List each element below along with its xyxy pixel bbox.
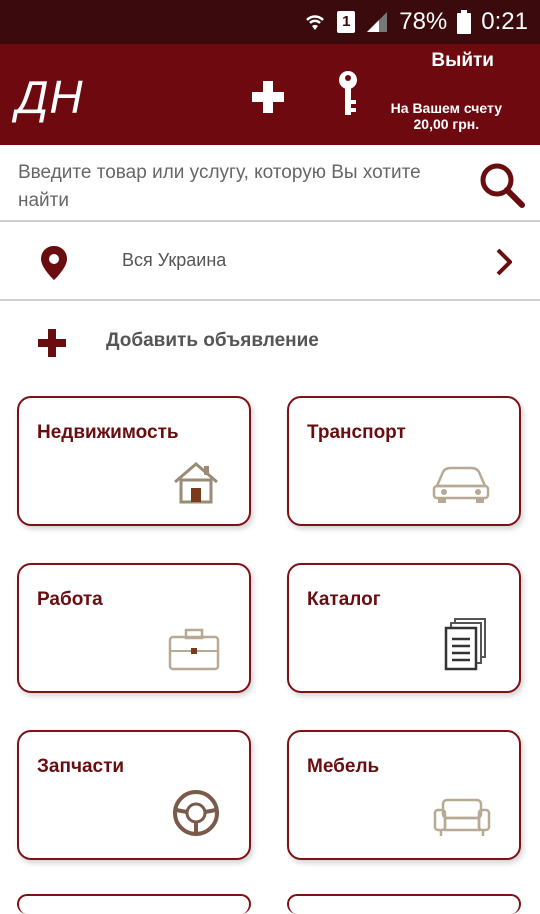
chevron-right-icon[interactable] (496, 248, 512, 276)
category-title: Мебель (307, 756, 380, 777)
documents-icon (444, 618, 486, 671)
clock: 0:21 (481, 8, 528, 35)
location-pin-icon (41, 246, 67, 280)
category-card-partial[interactable] (17, 894, 251, 914)
status-icons: 1 78% 0:21 (303, 0, 528, 44)
category-title: Запчасти (37, 756, 125, 777)
app-bar: ДН Выйти На Вашем счету 20,00 грн. (0, 44, 540, 145)
category-title: Недвижимость (37, 422, 179, 443)
house-icon (174, 462, 218, 504)
briefcase-icon (168, 628, 220, 671)
search-bar[interactable]: Введите товар или услугу, которую Вы хот… (0, 145, 540, 222)
balance-label: На Вашем счету (390, 100, 502, 116)
category-card-transport[interactable]: Транспорт (287, 396, 521, 526)
account-balance: На Вашем счету 20,00 грн. (391, 100, 502, 132)
category-card-parts[interactable]: Запчасти (17, 730, 251, 860)
category-title: Каталог (307, 589, 381, 610)
category-card-jobs[interactable]: Работа (17, 563, 251, 693)
add-plus-button[interactable] (248, 77, 288, 117)
category-card-partial[interactable] (287, 894, 521, 914)
car-icon (432, 466, 490, 503)
status-bar: 1 78% 0:21 (0, 0, 540, 44)
category-card-real-estate[interactable]: Недвижимость (17, 396, 251, 526)
battery-percent: 78% (399, 8, 448, 35)
search-icon[interactable] (478, 161, 526, 209)
category-card-furniture[interactable]: Мебель (287, 730, 521, 860)
add-ad-label: Добавить объявление (106, 330, 319, 351)
balance-amount: 20,00 грн. (413, 116, 480, 132)
category-card-catalog[interactable]: Каталог (287, 563, 521, 693)
sofa-icon (433, 798, 491, 836)
search-input[interactable]: Введите товар или услугу, которую Вы хот… (18, 159, 438, 215)
steering-wheel-icon (173, 790, 219, 836)
category-title: Работа (37, 589, 103, 610)
key-icon[interactable] (333, 70, 363, 118)
region-selector[interactable]: Вся Украина (0, 222, 540, 301)
sim-icon: 1 (337, 11, 356, 33)
logout-button[interactable]: Выйти (431, 50, 494, 72)
category-title: Транспорт (307, 422, 406, 443)
add-ad-row[interactable]: Добавить объявление (0, 302, 540, 382)
signal-icon (367, 12, 388, 32)
app-logo[interactable]: ДН (16, 70, 84, 124)
wifi-icon (306, 15, 325, 30)
plus-icon (38, 329, 66, 357)
region-label: Вся Украина (122, 250, 227, 270)
battery-icon (457, 10, 472, 34)
